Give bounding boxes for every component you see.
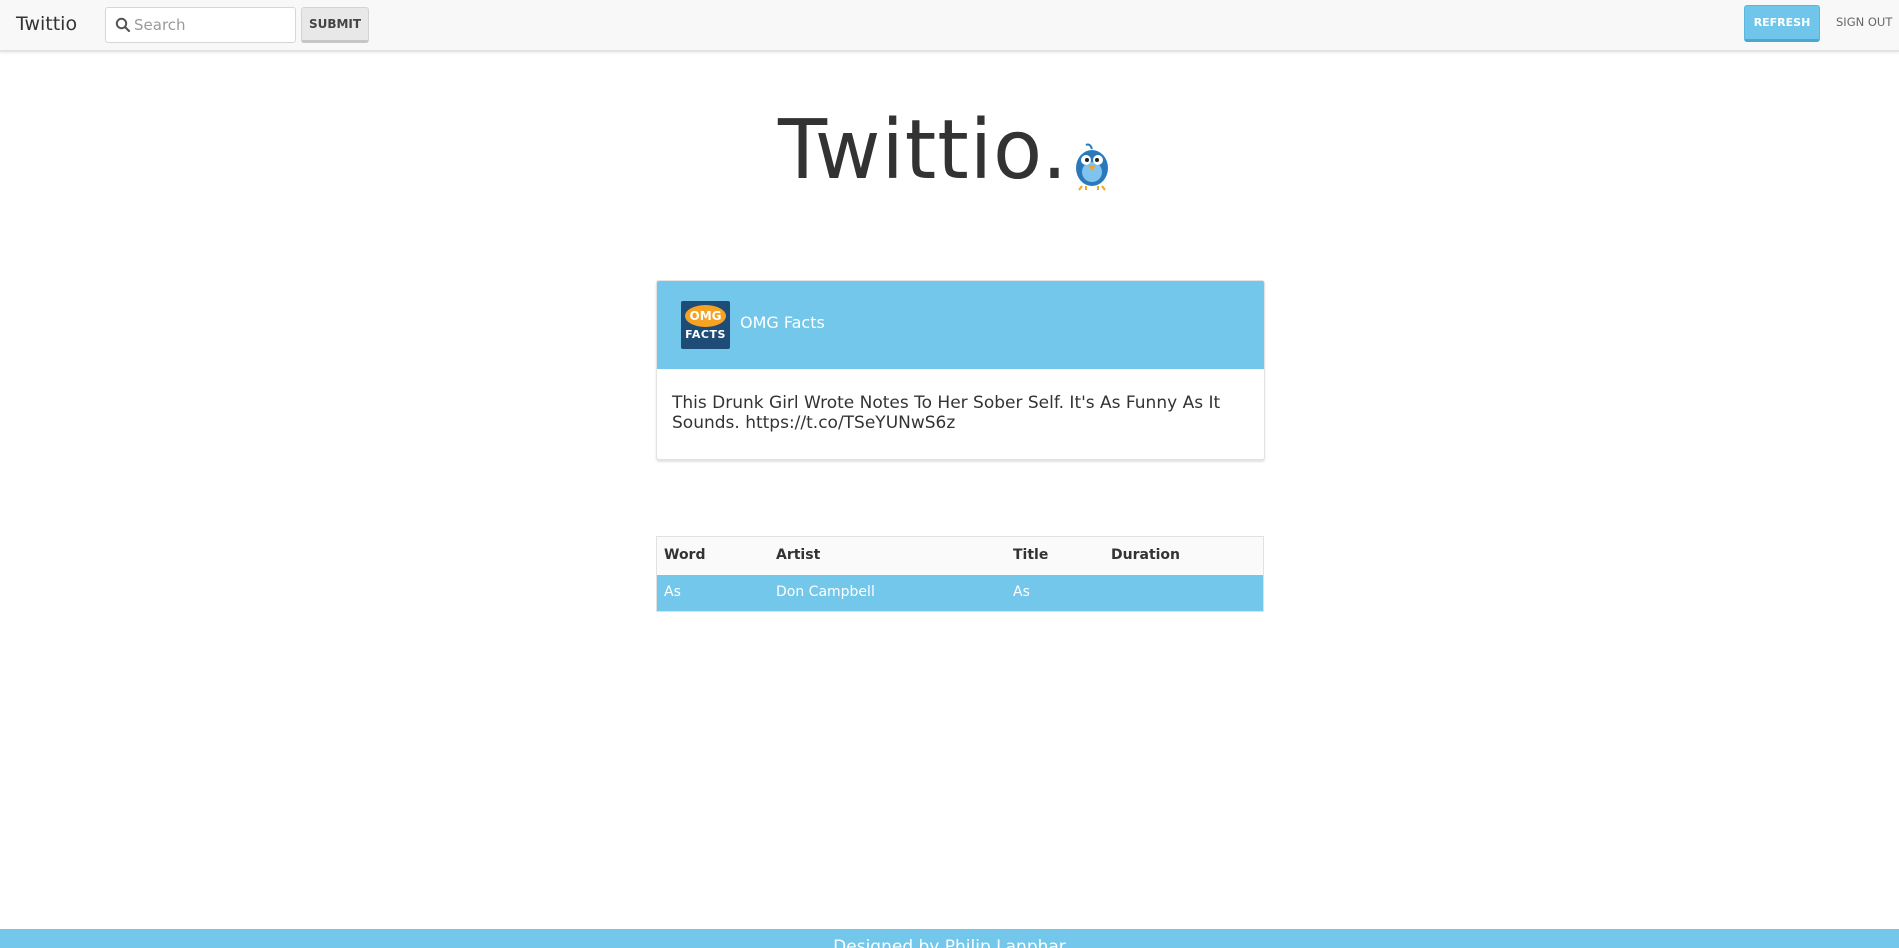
cell-word: As <box>664 584 681 600</box>
tweet-card: OMG FACTS OMG Facts This Drunk Girl Wrot… <box>656 280 1265 460</box>
table-header-row: Word Artist Title Duration <box>657 537 1263 575</box>
footer-text: Designed by Philip Lanphar <box>833 937 1066 948</box>
header-title: Title <box>1013 547 1049 563</box>
table-row[interactable]: As Don Campbell As <box>657 575 1263 611</box>
header-duration: Duration <box>1111 547 1181 563</box>
brand-link[interactable]: Twittio <box>16 13 77 35</box>
header-artist: Artist <box>776 547 821 563</box>
footer: Designed by Philip Lanphar <box>0 929 1899 948</box>
navbar: Twittio SUBMIT REFRESH SIGN OUT <box>0 0 1899 52</box>
submit-button[interactable]: SUBMIT <box>301 7 369 43</box>
avatar-facts-text: FACTS <box>685 328 726 341</box>
tweet-author[interactable]: OMG Facts <box>740 313 825 332</box>
search-box[interactable] <box>105 7 296 43</box>
song-table: Word Artist Title Duration As Don Campbe… <box>656 536 1264 612</box>
search-icon <box>115 17 131 33</box>
sign-out-link[interactable]: SIGN OUT <box>1836 15 1892 29</box>
avatar[interactable]: OMG FACTS <box>681 301 730 349</box>
tweet-header: OMG FACTS OMG Facts <box>657 281 1264 369</box>
cell-title: As <box>1013 584 1030 600</box>
refresh-button[interactable]: REFRESH <box>1744 5 1820 42</box>
logo-title: Twittio. <box>778 103 1069 198</box>
twitter-bird-icon <box>1076 143 1108 191</box>
avatar-omg-text: OMG <box>685 305 726 327</box>
header-word: Word <box>664 547 706 563</box>
cell-artist: Don Campbell <box>776 584 875 600</box>
search-input[interactable] <box>134 10 289 40</box>
tweet-text: This Drunk Girl Wrote Notes To Her Sober… <box>672 393 1221 433</box>
